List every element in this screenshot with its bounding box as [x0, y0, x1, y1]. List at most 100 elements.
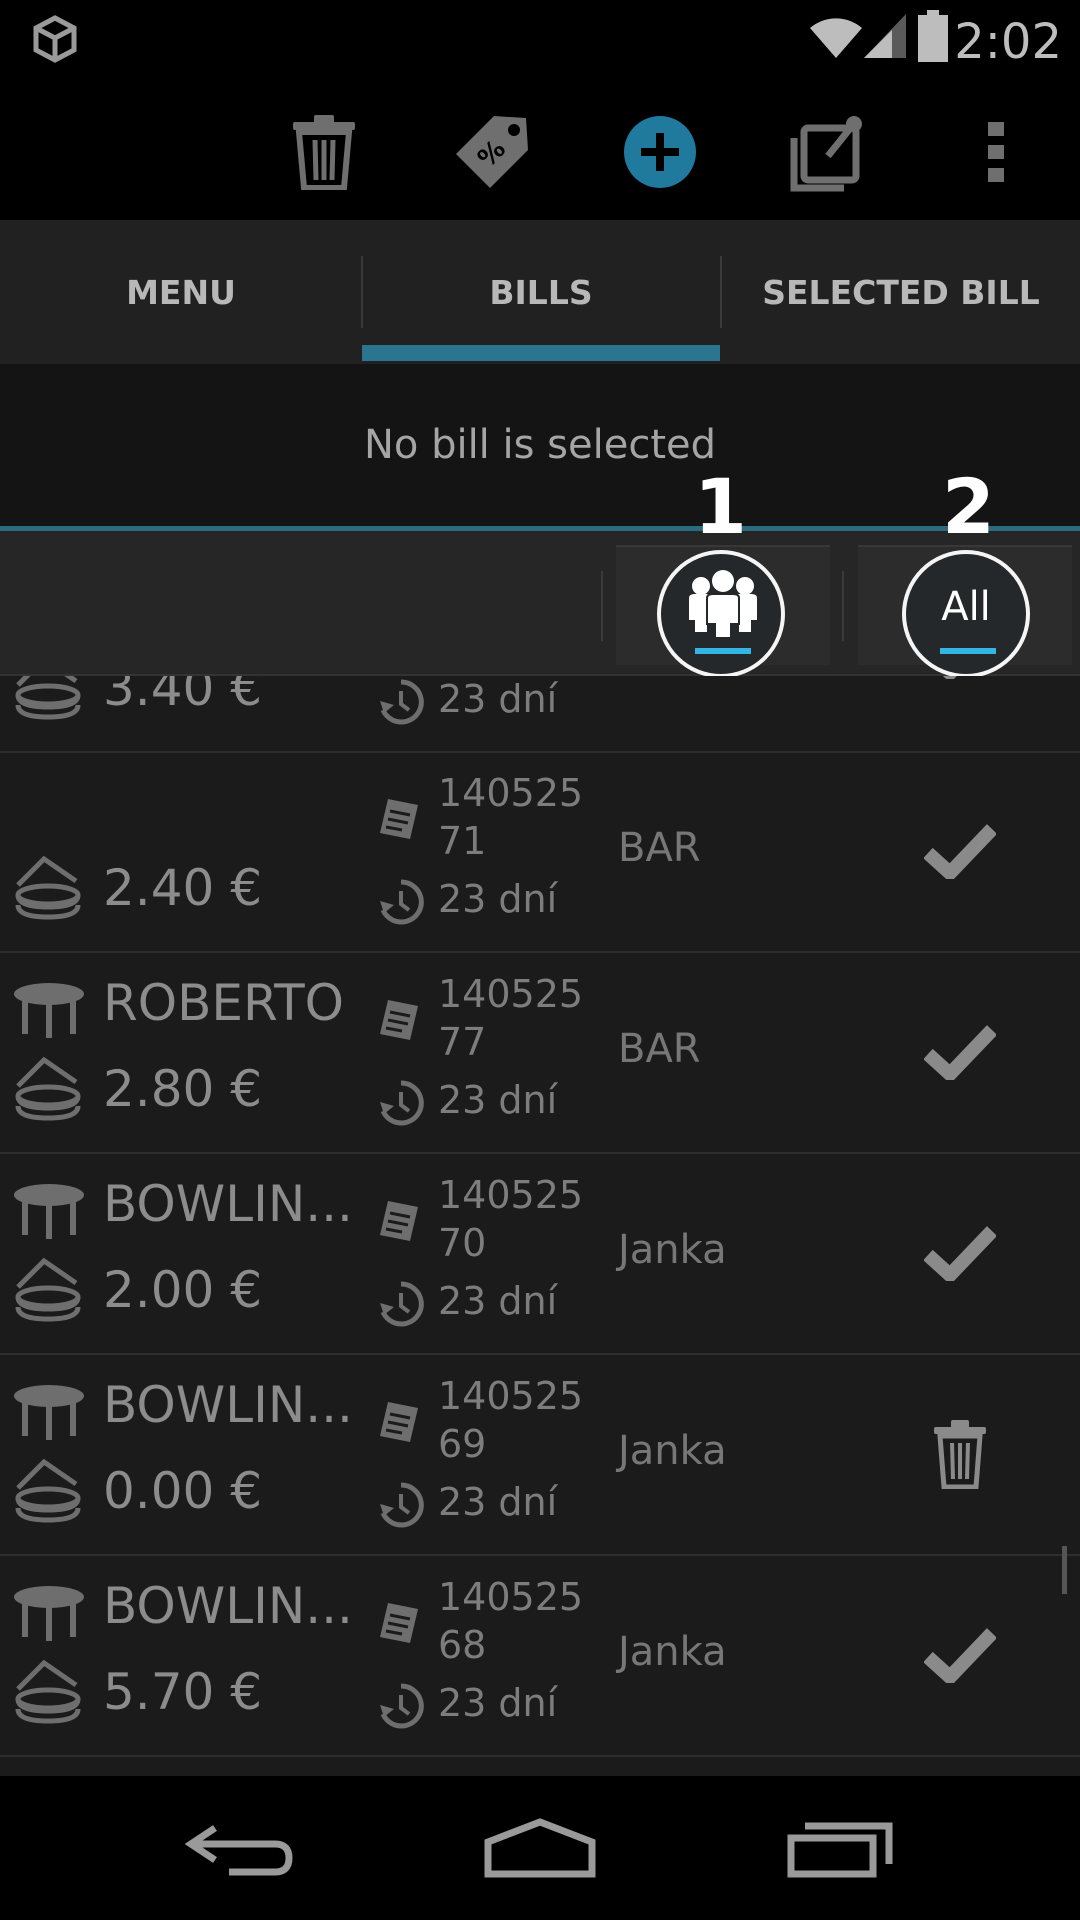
bill-number: 140525 — [438, 1575, 584, 1619]
clock-history-icon — [380, 1482, 424, 1528]
bill-paid-status[interactable] — [920, 676, 1000, 691]
bill-price: 0.00 € — [103, 1462, 263, 1520]
bill-price: 2.80 € — [103, 1060, 263, 1118]
recents-button[interactable] — [780, 1808, 900, 1888]
check-icon — [942, 676, 957, 679]
bill-number-suffix: 69 — [438, 1422, 487, 1466]
bill-number-suffix: 68 — [438, 1623, 487, 1667]
add-bill-button[interactable] — [612, 104, 708, 200]
bill-paid-status[interactable] — [920, 1012, 1000, 1092]
bill-price: 3.40 € — [103, 676, 263, 717]
bill-row[interactable]: 3.40 €7223 dníBAR — [0, 676, 1080, 753]
navigation-bar — [0, 1776, 1080, 1920]
tab-menu[interactable]: MENU — [0, 220, 362, 364]
callout-number-1: 1 — [694, 462, 747, 551]
bill-table-name: BOWLIN... — [103, 1577, 353, 1635]
bill-number: 140525 — [438, 771, 584, 815]
transfer-icon — [790, 116, 862, 192]
bill-row[interactable]: BOWLIN... 2.00 € 140525 70 23 dní Janka — [0, 1153, 1080, 1355]
receipt-icon — [380, 799, 418, 839]
table-icon — [14, 1586, 84, 1641]
receipt-icon — [380, 1603, 418, 1643]
cash-stack-icon — [15, 1056, 81, 1121]
check-icon — [924, 824, 996, 879]
check-icon — [924, 1025, 996, 1080]
receipt-icon — [380, 1000, 418, 1040]
check-icon — [924, 1226, 996, 1281]
delete-bill-button[interactable] — [920, 1414, 1000, 1494]
bill-age: 23 dní — [438, 677, 558, 721]
table-icon — [14, 1385, 84, 1440]
clock-history-icon — [380, 679, 424, 725]
tab-selected-bill[interactable]: SELECTED BILL — [722, 220, 1080, 364]
bill-waiter: Janka — [618, 1227, 727, 1273]
check-icon — [924, 1628, 996, 1683]
action-bar: % — [0, 80, 1080, 220]
bill-number-suffix: 71 — [438, 819, 487, 863]
selected-bill-bar: No bill is selected — [0, 364, 1080, 531]
tab-bills[interactable]: BILLS — [362, 220, 720, 364]
bill-table-name: ROBERTO — [103, 974, 344, 1032]
recents-icon — [787, 1822, 893, 1878]
bill-age: 23 dní — [438, 1681, 558, 1725]
battery-icon — [918, 10, 948, 62]
bill-row[interactable]: 2.40 € 140525 71 23 dní BAR — [0, 751, 1080, 953]
cash-stack-icon — [15, 676, 81, 720]
bill-paid-status[interactable] — [920, 1615, 1000, 1695]
bill-number: 140525 — [438, 1173, 584, 1217]
filter-divider — [601, 571, 603, 641]
bill-table-name: BOWLIN... — [103, 1376, 353, 1434]
cash-stack-icon — [15, 1458, 81, 1523]
bill-waiter: Janka — [618, 1629, 727, 1675]
bill-number-suffix: 70 — [438, 1221, 487, 1265]
overflow-menu-button[interactable] — [948, 104, 1044, 200]
receipt-icon — [380, 1402, 418, 1442]
cash-stack-icon — [15, 1659, 81, 1724]
bill-paid-status[interactable] — [920, 1213, 1000, 1293]
back-button[interactable] — [180, 1808, 300, 1888]
filter-divider — [842, 571, 844, 641]
receipt-icon — [380, 1201, 418, 1241]
callout-circle-waiters[interactable] — [657, 550, 785, 678]
overflow-menu-icon — [988, 122, 1004, 182]
scrollbar[interactable] — [1062, 1546, 1067, 1594]
bill-number: 140525 — [438, 1374, 584, 1418]
bill-list[interactable]: 3.40 €7223 dníBAR2.40 €1405257123 dníBAR… — [0, 676, 1080, 1776]
bill-price: 2.00 € — [103, 1261, 263, 1319]
status-bar: 2:02 — [0, 0, 1080, 80]
bill-age: 23 dní — [438, 1480, 558, 1524]
trash-icon — [293, 115, 355, 190]
bill-row[interactable]: BOWLIN... 5.70 € 140525 68 23 dní Janka — [0, 1555, 1080, 1757]
callout-number-2: 2 — [942, 462, 995, 551]
status-time: 2:02 — [954, 14, 1062, 70]
discount-tag-icon: % — [456, 116, 528, 188]
bill-row[interactable]: BOWLIN... 0.00 € 140525 69 23 dní Janka — [0, 1354, 1080, 1556]
people-icon — [689, 570, 757, 639]
bill-paid-status[interactable] — [920, 811, 1000, 891]
add-icon — [624, 116, 696, 188]
back-icon — [185, 1825, 293, 1876]
bill-age: 23 dní — [438, 1078, 558, 1122]
bill-price: 5.70 € — [103, 1663, 263, 1721]
home-icon — [484, 1818, 596, 1878]
cash-stack-icon — [15, 855, 81, 920]
filter-active-underline — [940, 648, 996, 654]
clock-history-icon — [380, 1080, 424, 1126]
app-cube-icon — [33, 15, 77, 63]
trash-icon — [934, 1420, 986, 1489]
bill-waiter: BAR — [618, 1026, 701, 1072]
signal-icon — [864, 14, 906, 58]
filter-active-underline — [695, 648, 751, 654]
table-icon — [14, 1184, 84, 1239]
home-button[interactable] — [480, 1808, 600, 1888]
transfer-button[interactable] — [780, 104, 876, 200]
table-icon — [14, 983, 84, 1038]
discount-button[interactable]: % — [444, 104, 540, 200]
bill-waiter: BAR — [618, 825, 701, 871]
bill-number-suffix: 77 — [438, 1020, 487, 1064]
callout-circle-all[interactable]: All — [902, 550, 1030, 678]
delete-button[interactable] — [276, 104, 372, 200]
bill-row[interactable]: ROBERTO 2.80 € 140525 77 23 dní BAR — [0, 952, 1080, 1154]
clock-history-icon — [380, 1281, 424, 1327]
bill-number: 140525 — [438, 972, 584, 1016]
